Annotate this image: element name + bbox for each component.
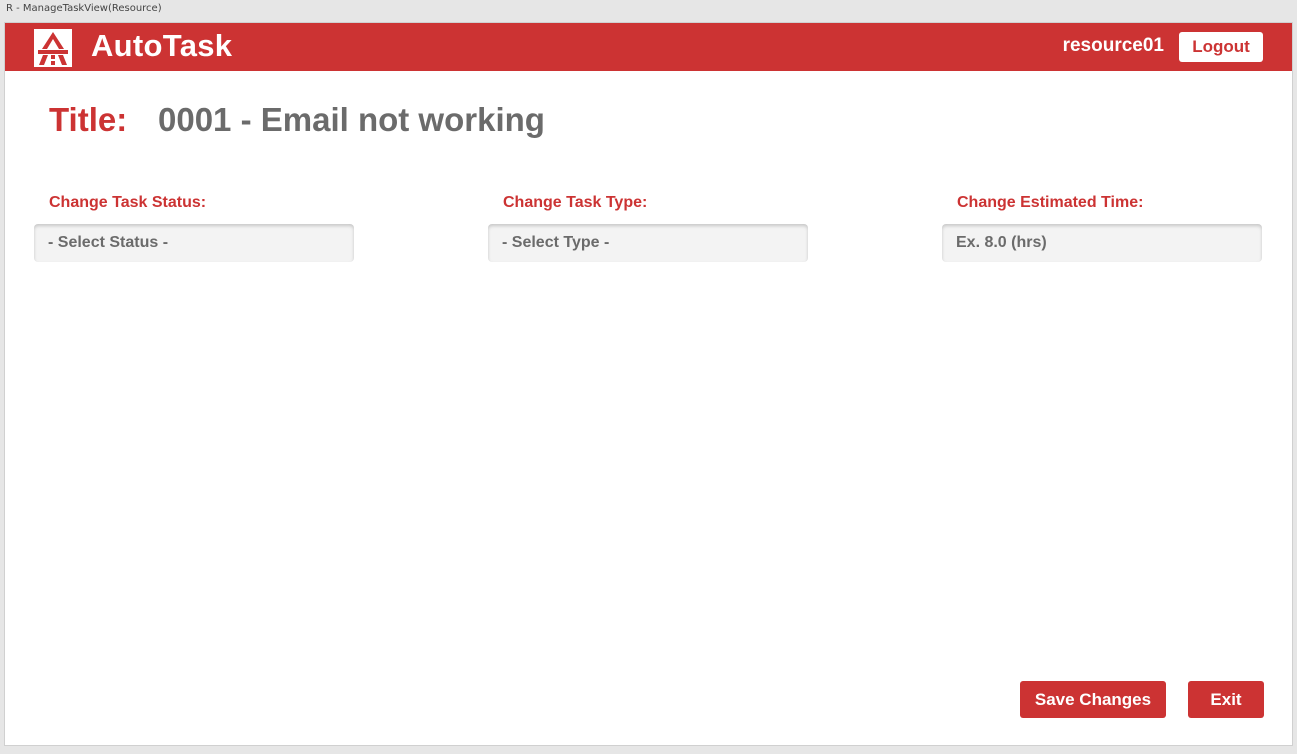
task-title-value: 0001 - Email not working [158,101,545,138]
estimated-time-label: Change Estimated Time: [957,194,1144,211]
estimated-time-input[interactable] [942,224,1262,262]
task-type-label: Change Task Type: [503,194,648,211]
save-changes-button[interactable]: Save Changes [1020,681,1166,718]
username-label: resource01 [1062,35,1164,56]
task-type-dropdown[interactable]: - Select Type - [488,224,808,262]
app-header: AutoTask resource01 Logout [5,23,1292,71]
task-status-dropdown[interactable]: - Select Status - [34,224,354,262]
app-name: AutoTask [91,28,233,63]
app-window: AutoTask resource01 Logout Title: 0001 -… [4,22,1293,746]
task-title-label: Title: [49,101,128,138]
logout-button[interactable]: Logout [1179,32,1263,62]
task-status-label: Change Task Status: [49,194,207,211]
window-title: R - ManageTaskView(Resource) [0,0,1297,19]
exit-button[interactable]: Exit [1188,681,1264,718]
autotask-logo-icon [34,29,72,67]
